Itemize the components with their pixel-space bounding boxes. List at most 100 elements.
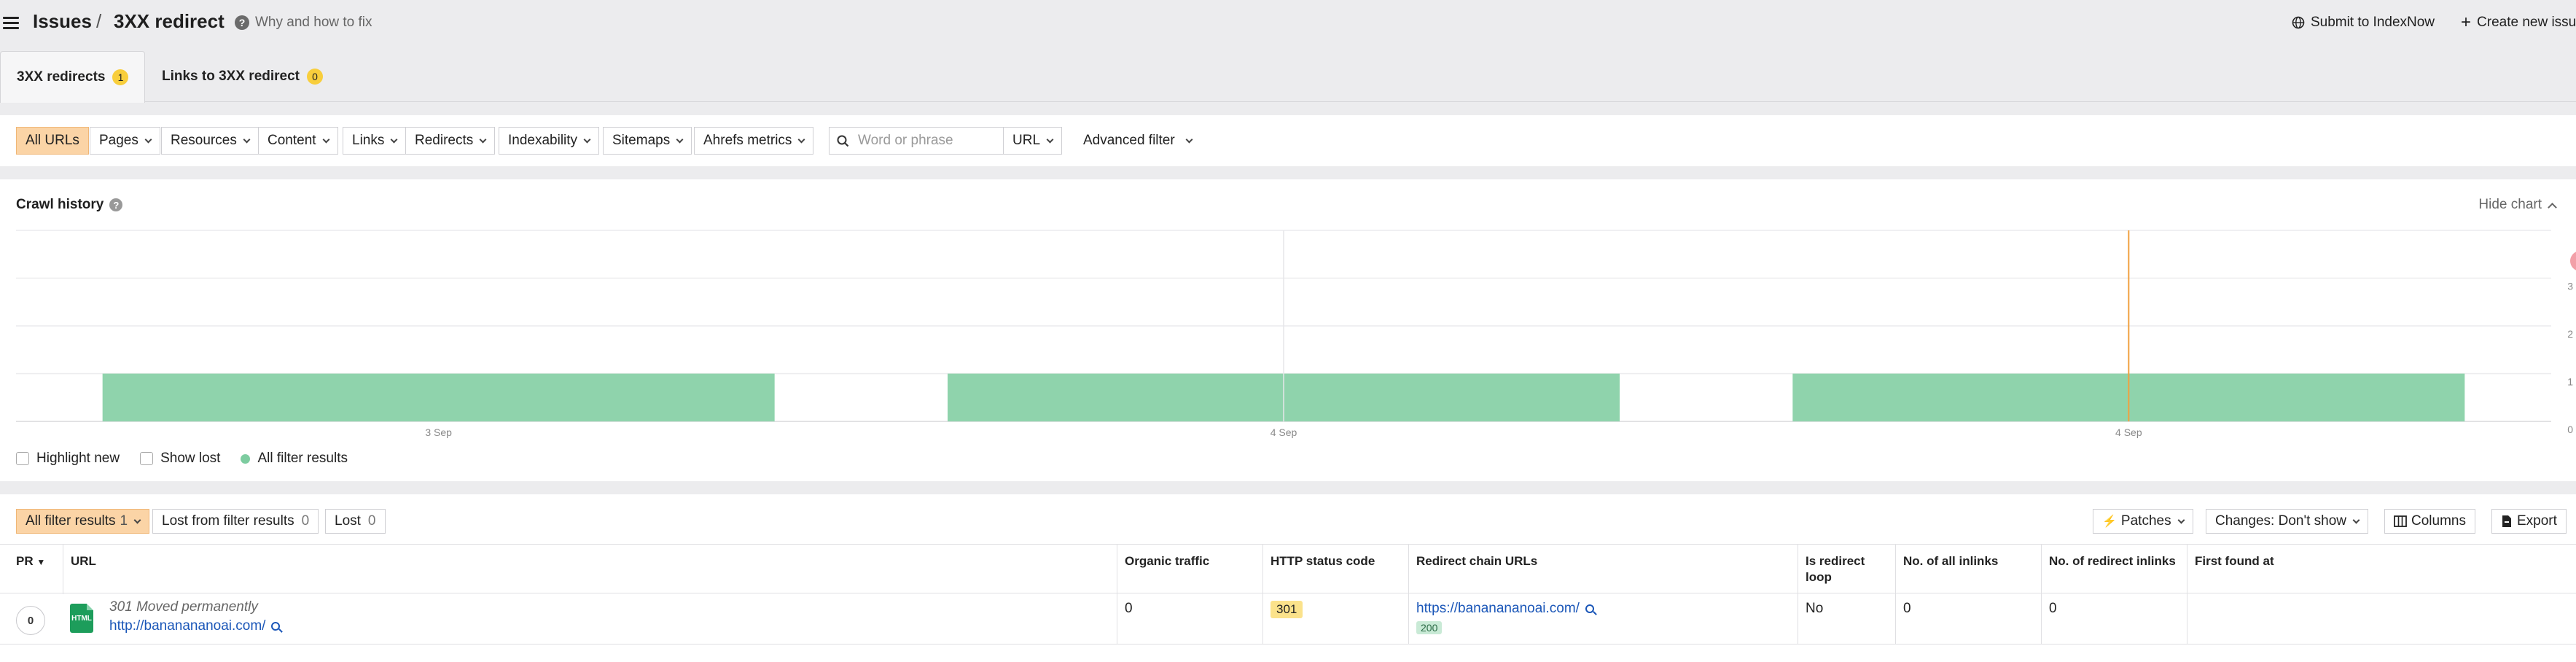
- patches-button[interactable]: ⚡ Patches: [2093, 509, 2193, 534]
- column-header-pr[interactable]: PR ▼: [9, 545, 63, 594]
- create-issue-label: Create new issue: [2477, 15, 2576, 30]
- cell-value: No: [1806, 601, 1824, 616]
- x-tick-label: 4 Sep: [1271, 427, 1297, 438]
- submit-indexnow-button[interactable]: Submit to IndexNow: [2292, 15, 2435, 31]
- lost-from-filter-button[interactable]: Lost from filter results 0: [152, 509, 319, 534]
- filter-content[interactable]: Content: [258, 127, 338, 155]
- magnifier-icon[interactable]: [271, 622, 281, 631]
- header-label: No. of all inlinks: [1903, 554, 1999, 568]
- column-header-redirect-inlinks[interactable]: No. of redirect inlinks: [2041, 545, 2187, 594]
- filter-ahrefs-metrics[interactable]: Ahrefs metrics: [694, 127, 814, 155]
- chevron-down-icon: [2352, 516, 2360, 523]
- column-header-is-loop[interactable]: Is redirect loop: [1798, 545, 1895, 594]
- filter-redirects[interactable]: Redirects: [405, 127, 496, 155]
- search-input[interactable]: [856, 132, 988, 149]
- x-tick-label: 4 Sep: [2115, 427, 2142, 438]
- show-lost-toggle[interactable]: Show lost: [140, 451, 220, 467]
- column-header-url[interactable]: URL: [63, 545, 1117, 594]
- chart-bar: [102, 373, 775, 421]
- search-scope-select[interactable]: URL: [1003, 127, 1063, 155]
- filter-all-urls[interactable]: All URLs: [16, 127, 89, 155]
- table-row[interactable]: 0 HTML 301 Moved permanently http://bana…: [0, 593, 2576, 645]
- filter-label: Sitemaps: [612, 133, 671, 148]
- chevron-down-icon: [390, 136, 398, 143]
- y-tick-label: 2: [2567, 328, 2573, 340]
- redirect-note: 301 Moved permanently: [109, 599, 258, 615]
- cell-http-status: 301: [1262, 593, 1408, 645]
- filter-resources[interactable]: Resources: [161, 127, 259, 155]
- help-link[interactable]: ? Why and how to fix: [235, 15, 372, 31]
- series-dot: [241, 453, 251, 464]
- tab-label: Links to 3XX redirect: [162, 69, 300, 84]
- magnifier-icon[interactable]: [1585, 604, 1594, 613]
- column-header-redirect-chain[interactable]: Redirect chain URLs: [1408, 545, 1798, 594]
- filter-label: All URLs: [26, 133, 79, 148]
- column-header-organic-traffic[interactable]: Organic traffic: [1117, 545, 1262, 594]
- filter-label: Resources: [171, 133, 237, 148]
- lost-button[interactable]: Lost 0: [325, 509, 386, 534]
- header-label: Organic traffic: [1125, 554, 1210, 568]
- changes-dropdown[interactable]: Changes: Don't show: [2206, 509, 2369, 534]
- create-issue-button[interactable]: + Create new issue: [2461, 12, 2576, 32]
- html-file-icon: HTML: [70, 604, 93, 633]
- tab-3xx-redirects[interactable]: 3XX redirects 1: [0, 51, 146, 103]
- filter-links[interactable]: Links: [343, 127, 407, 155]
- chevron-down-icon: [243, 136, 251, 143]
- checkbox[interactable]: [16, 452, 29, 465]
- filter-label: Indexability: [508, 133, 578, 148]
- tab-links-to-3xx-redirect[interactable]: Links to 3XX redirect 0: [146, 51, 339, 102]
- show-lost-label: Show lost: [160, 451, 221, 466]
- filter-label: Ahrefs metrics: [703, 133, 792, 148]
- count-badge: 0: [307, 69, 324, 85]
- status-badge: 301: [1271, 601, 1303, 618]
- cell-value: 0: [1903, 601, 1911, 616]
- advanced-filter-button[interactable]: Advanced filter: [1083, 127, 1193, 155]
- submit-indexnow-label: Submit to IndexNow: [2311, 15, 2435, 30]
- filter-pages[interactable]: Pages: [90, 127, 160, 155]
- header-label: Redirect chain URLs: [1416, 554, 1538, 568]
- button-label: Changes: Don't show: [2215, 513, 2347, 529]
- cell-redirect-inlinks: 0: [2041, 593, 2187, 645]
- legend-all-filter-results: All filter results: [241, 451, 348, 467]
- column-header-first-found[interactable]: First found at: [2187, 545, 2576, 594]
- filter-indexability[interactable]: Indexability: [499, 127, 600, 155]
- status-badge: 200: [1416, 621, 1443, 634]
- filter-label: Pages: [99, 133, 138, 148]
- columns-button[interactable]: Columns: [2384, 509, 2475, 534]
- all-filter-results-button[interactable]: All filter results 1: [16, 509, 150, 534]
- page-header: Issues / 3XX redirect ? Why and how to f…: [0, 0, 2576, 48]
- legend-label: All filter results: [257, 451, 348, 466]
- count: 0: [367, 513, 376, 529]
- cell-value: 0: [1125, 601, 1133, 616]
- page-title: 3XX redirect: [114, 10, 225, 32]
- x-tick-label: 3 Sep: [425, 427, 452, 438]
- sort-desc-icon: ▼: [36, 557, 46, 567]
- globe-icon: [2292, 16, 2305, 29]
- highlight-new-toggle[interactable]: Highlight new: [16, 451, 120, 467]
- url-link-wrap: http://bananananoai.com/: [109, 618, 281, 634]
- menu-icon[interactable]: [3, 17, 19, 30]
- button-label: All filter results: [26, 513, 116, 529]
- cell-organic-traffic: 0: [1117, 593, 1262, 645]
- url-link[interactable]: http://bananananoai.com/: [109, 618, 265, 634]
- search-scope-label: URL: [1012, 133, 1041, 148]
- export-icon: [2502, 515, 2511, 527]
- export-button[interactable]: Export: [2491, 509, 2567, 534]
- checkbox[interactable]: [140, 452, 154, 465]
- results-panel: All filter results 1 Lost from filter re…: [0, 494, 2576, 662]
- count-badge: 1: [112, 69, 129, 85]
- redirect-target-link[interactable]: https://bananananoai.com/: [1416, 601, 1580, 616]
- column-header-http-status[interactable]: HTTP status code: [1262, 545, 1408, 594]
- breadcrumb-issues[interactable]: Issues: [33, 10, 92, 33]
- chevron-down-icon: [676, 136, 684, 143]
- tab-label: 3XX redirects: [17, 69, 106, 85]
- plus-icon: +: [2461, 12, 2472, 32]
- columns-icon: [2394, 515, 2407, 527]
- search-icon: [837, 135, 849, 147]
- column-header-all-inlinks[interactable]: No. of all inlinks: [1895, 545, 2041, 594]
- chevron-down-icon: [1185, 136, 1193, 143]
- search-box: [829, 127, 1004, 155]
- advanced-filter-label: Advanced filter: [1083, 133, 1175, 148]
- filter-sitemaps[interactable]: Sitemaps: [603, 127, 692, 155]
- help-icon: ?: [235, 15, 249, 30]
